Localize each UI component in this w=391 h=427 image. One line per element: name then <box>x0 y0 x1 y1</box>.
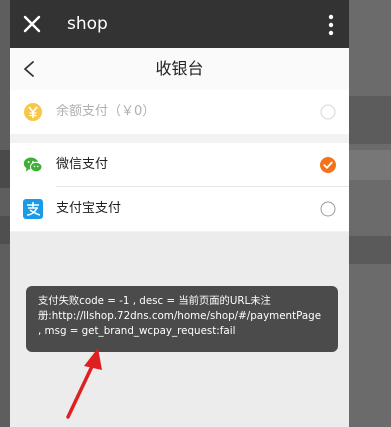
more-vertical-icon[interactable] <box>327 14 335 36</box>
toast-text-line: 支付失败code = -1 , desc = 当前页面的URL未注 <box>38 295 271 307</box>
payment-option-alipay[interactable]: 支付宝支付 <box>10 187 349 231</box>
payment-option-balance: 余额支付（￥0） <box>10 90 349 134</box>
phone-screen: shop 收银台 余额支付（￥0） 微信支付 支付宝支付 支付失败code = … <box>10 0 349 427</box>
wechat-icon <box>23 155 43 175</box>
error-toast: 支付失败code = -1 , desc = 当前页面的URL未注 册:http… <box>26 286 338 352</box>
page-title: shop <box>67 14 108 34</box>
toast-text-line: 册:http://llshop.72dns.com/home/shop/#/pa… <box>38 310 322 322</box>
browser-top-bar: shop <box>10 0 349 48</box>
background-block <box>0 216 10 244</box>
close-icon[interactable] <box>22 14 42 34</box>
payment-option-label: 支付宝支付 <box>56 201 122 216</box>
background-left-strip <box>0 0 10 427</box>
radio-checked-icon[interactable] <box>320 157 336 173</box>
background-block <box>349 236 391 264</box>
alipay-icon <box>23 199 43 219</box>
payment-option-wechat[interactable]: 微信支付 <box>10 143 349 187</box>
background-right-strip <box>349 0 391 427</box>
radio-unchecked-icon <box>320 104 336 120</box>
payment-option-label: 余额支付（￥0） <box>56 104 156 119</box>
checkout-nav-bar: 收银台 <box>10 48 349 91</box>
background-block <box>349 150 391 180</box>
checkout-title: 收银台 <box>155 59 204 78</box>
radio-unchecked-icon[interactable] <box>320 201 336 217</box>
payment-option-label: 微信支付 <box>56 157 109 172</box>
annotation-arrow-icon <box>66 348 102 419</box>
background-block <box>349 96 391 144</box>
yuan-coin-icon <box>23 102 43 122</box>
background-block <box>0 150 10 188</box>
toast-text-line: , msg = get_brand_wcpay_request:fail <box>38 325 236 337</box>
